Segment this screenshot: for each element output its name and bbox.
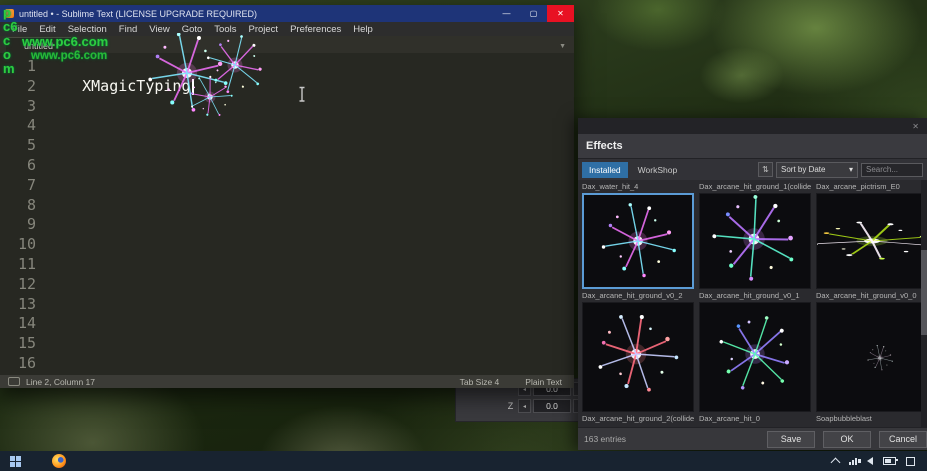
network-icon[interactable] [849,458,857,465]
menu-help[interactable]: Help [347,24,379,35]
battery-icon[interactable] [883,457,896,465]
effect-label: Dax_arcane_hit_ground_v0_0 [816,291,927,300]
menu-goto[interactable]: Goto [176,24,209,35]
system-tray [832,456,927,466]
effect-label: Dax_arcane_hit_ground_v0_2 [582,291,694,300]
windows-logo-icon [10,456,21,467]
status-position: Line 2, Column 17 [26,377,95,387]
grid-label-row: Dax_water_hit_4 Dax_arcane_hit_ground_1(… [582,182,927,191]
grid-label-row: Dax_arcane_hit_ground_2(collide) Dax_arc… [582,414,927,423]
effect-label: Dax_arcane_hit_0 [699,414,811,423]
effect-label: Dax_water_hit_4 [582,182,694,191]
close-button[interactable]: ✕ [547,5,574,22]
effect-tile[interactable] [816,193,927,289]
taskbar [0,451,927,471]
tab-installed[interactable]: Installed [582,162,628,178]
effects-bottom-bar: 163 entries Save OK Cancel [578,427,927,450]
tab-workshop[interactable]: WorkShop [631,162,685,178]
effects-grid[interactable]: Dax_water_hit_4 Dax_arcane_hit_ground_1(… [578,180,927,428]
menu-find[interactable]: Find [113,24,143,35]
status-syntax[interactable]: Plain Text [525,377,562,387]
grid-tile-row [582,193,927,289]
tray-chevron-up-icon[interactable] [831,458,841,468]
effects-panel-title: Effects [586,140,623,152]
search-input[interactable] [861,163,923,177]
editor-area[interactable]: 12 34 56 78 910 1112 1314 1516 XMagicTyp… [0,53,574,375]
minimize-button[interactable]: — [493,5,520,22]
spin-left-button[interactable]: ◂ [518,399,531,413]
chevron-down-icon: ▾ [849,165,853,174]
effects-panel-title-bar: ✕ [578,118,927,134]
menu-view[interactable]: View [143,24,175,35]
effect-label: Dax_arcane_hit_ground_2(collide) [582,414,694,423]
entries-count: 163 entries [584,434,626,444]
tab-untitled[interactable]: untitled [6,37,71,53]
z-axis-label: Z [505,401,516,411]
code-line-2: XMagicTyping [46,77,191,95]
value-field[interactable]: 0.0 [533,399,571,413]
effect-tile[interactable] [699,302,811,412]
window-title-bar[interactable]: untitled • - Sublime Text (LICENSE UPGRA… [0,5,574,22]
sort-order-icon[interactable]: ⇅ [758,162,773,177]
code-text[interactable]: XMagicTyping [46,53,574,375]
panel-close-icon[interactable]: ✕ [912,122,919,131]
effect-tile[interactable] [699,193,811,289]
effect-tile[interactable] [582,302,694,412]
menu-preferences[interactable]: Preferences [284,24,347,35]
tab-bar: untitled ▼ [0,36,574,53]
save-button[interactable]: Save [767,431,815,448]
effect-label: Soapbubbleblast [816,414,927,423]
status-tab-size[interactable]: Tab Size 4 [460,377,500,387]
menu-bar: File Edit Selection Find View Goto Tools… [0,22,574,36]
action-center-icon[interactable] [906,457,915,466]
transform-row-z: Z ◂ 0.0 ▸ [456,399,586,413]
effect-label: Dax_arcane_pictrism_E0 [816,182,927,191]
sort-by-date-dropdown[interactable]: Sort by Date ▾ [776,162,858,178]
grid-scrollbar[interactable] [921,180,927,428]
maximize-button[interactable]: ▢ [520,5,547,22]
menu-tools[interactable]: Tools [208,24,242,35]
effect-label: Dax_arcane_hit_ground_v0_1 [699,291,811,300]
grid-tile-row [582,302,927,412]
menu-selection[interactable]: Selection [62,24,113,35]
status-indicator-icon [8,377,20,386]
menu-project[interactable]: Project [242,24,284,35]
tab-overflow-icon[interactable]: ▼ [559,43,566,50]
scrollbar-thumb[interactable] [921,250,927,335]
cancel-button[interactable]: Cancel [879,431,927,448]
status-bar: Line 2, Column 17 Tab Size 4 Plain Text [0,375,574,388]
effects-panel: ✕ Effects Installed WorkShop ⇅ Sort by D… [578,118,927,450]
window-title: untitled • - Sublime Text (LICENSE UPGRA… [19,9,257,19]
start-button[interactable] [0,451,30,471]
effects-toolbar: Installed WorkShop ⇅ Sort by Date ▾ [578,159,927,181]
volume-icon[interactable] [867,457,873,465]
sublime-app-icon [5,9,14,18]
firefox-taskbar-icon[interactable] [52,454,66,468]
menu-edit[interactable]: Edit [33,24,61,35]
effect-tile[interactable] [582,193,694,289]
effect-label: Dax_arcane_hit_ground_1(collide) [699,182,811,191]
line-number-gutter: 12 34 56 78 910 1112 1314 1516 [0,53,46,375]
sublime-text-window: untitled • - Sublime Text (LICENSE UPGRA… [0,5,574,388]
effect-tile[interactable] [816,302,927,412]
text-caret [192,79,194,95]
grid-label-row: Dax_arcane_hit_ground_v0_2 Dax_arcane_hi… [582,291,927,300]
menu-file[interactable]: File [6,24,33,35]
effects-panel-header: Effects [578,134,927,159]
ok-button[interactable]: OK [823,431,871,448]
